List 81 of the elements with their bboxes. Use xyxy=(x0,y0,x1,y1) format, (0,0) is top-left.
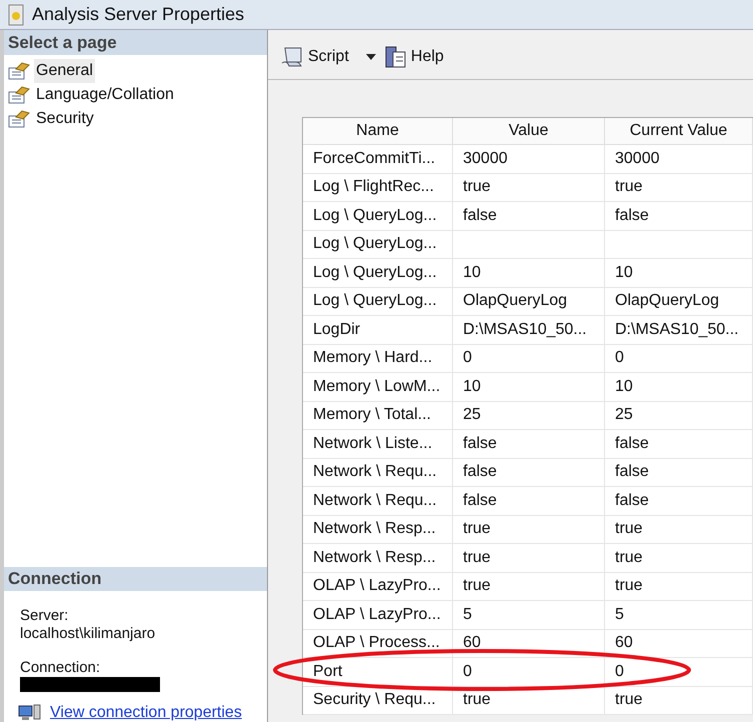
table-cell-text: Port xyxy=(313,662,342,682)
table-cell-text: 10 xyxy=(463,262,481,283)
table-cell-text: OlapQueryLog xyxy=(615,291,720,312)
table-cell-text: true xyxy=(615,519,643,540)
table-cell-text: 0 xyxy=(463,348,472,368)
script-button[interactable]: Script xyxy=(280,44,349,68)
page-item[interactable]: General xyxy=(34,59,95,83)
help-document-icon xyxy=(384,44,407,68)
column-header[interactable]: Name xyxy=(303,118,453,144)
table-cell-text: OLAP \ Process... xyxy=(313,633,440,654)
table-cell-text: 5 xyxy=(463,604,472,625)
table-cell-text: Log \ QueryLog... xyxy=(313,291,437,312)
table-cell-text: false xyxy=(463,462,497,482)
table-cell-text: false xyxy=(463,434,497,454)
table-cell-text: Security \ Requ... xyxy=(313,690,436,710)
table-cell-text: OlapQueryLog xyxy=(463,291,568,312)
table-cell-text: true xyxy=(463,519,491,540)
table-cell-text: Memory \ Total... xyxy=(313,405,431,426)
table-cell-text: Log \ QueryLog... xyxy=(313,206,437,226)
table-cell-text: Log \ QueryLog... xyxy=(313,262,437,283)
section-header: Connection xyxy=(4,567,267,591)
table-cell-text: Log \ FlightRec... xyxy=(313,177,434,198)
table-cell-text: 60 xyxy=(463,633,481,654)
section-header: Select a page xyxy=(4,30,267,55)
table-cell-text: true xyxy=(615,690,643,710)
table-cell-text: 0 xyxy=(615,662,624,682)
table-cell-text: false xyxy=(463,490,497,511)
table-cell-text: 10 xyxy=(615,262,633,283)
table-cell-text: 25 xyxy=(615,405,633,426)
table-cell-text: true xyxy=(463,548,491,568)
table-cell-text: Network \ Requ... xyxy=(313,490,437,511)
page-icon xyxy=(8,86,30,104)
table-cell-text: true xyxy=(615,548,643,568)
table-cell-text: OLAP \ LazyPro... xyxy=(313,604,441,625)
help-button[interactable]: Help xyxy=(384,44,444,68)
table-cell-text: Memory \ LowM... xyxy=(313,376,440,397)
table-cell-text: Network \ Resp... xyxy=(313,548,436,568)
table-cell-text: true xyxy=(463,576,491,596)
dropdown-caret-icon[interactable] xyxy=(364,52,377,60)
table-cell-text: 0 xyxy=(615,348,624,368)
column-header[interactable]: Current Value xyxy=(605,118,753,144)
page-icon xyxy=(8,110,30,128)
server-value: localhost\kilimanjaro xyxy=(20,625,156,643)
table-cell-text: D:\MSAS10_50... xyxy=(615,320,739,340)
table-cell-text: 25 xyxy=(463,405,481,426)
table-cell-text: 60 xyxy=(615,633,633,654)
table-cell-text: false xyxy=(615,462,649,482)
connection-label: Connection: xyxy=(20,659,100,677)
table-cell-text: 0 xyxy=(463,662,472,682)
table-cell-text: 30000 xyxy=(463,148,508,169)
app-icon xyxy=(8,4,24,26)
table-cell-text: D:\MSAS10_50... xyxy=(463,320,587,340)
table-cell-text: Network \ Requ... xyxy=(313,462,437,482)
table-cell-text: Network \ Resp... xyxy=(313,519,436,540)
table-cell-text: 10 xyxy=(463,376,481,397)
table-cell-text: Log \ QueryLog... xyxy=(313,234,437,254)
page-item[interactable]: Security xyxy=(34,107,96,131)
table-cell-text: true xyxy=(615,576,643,596)
table-cell-text: LogDir xyxy=(313,320,360,340)
table-cell-text: true xyxy=(463,177,491,198)
column-header[interactable]: Value xyxy=(453,118,605,144)
server-label: Server: xyxy=(20,607,68,625)
computer-icon xyxy=(18,704,42,722)
table-cell-text: 30000 xyxy=(615,148,660,169)
table-cell-text: false xyxy=(615,490,649,511)
table-cell-text: OLAP \ LazyPro... xyxy=(313,576,441,596)
view-connection-link[interactable]: View connection properties xyxy=(50,704,242,722)
table-cell-text: Memory \ Hard... xyxy=(313,348,432,368)
table-cell-text: false xyxy=(463,206,497,226)
table-cell-text: 5 xyxy=(615,604,624,625)
window-title: Analysis Server Properties xyxy=(32,3,244,26)
table-cell-text: true xyxy=(615,177,643,198)
table-cell-text: true xyxy=(463,690,491,710)
scroll-icon xyxy=(280,46,304,68)
table-cell-text: Network \ Liste... xyxy=(313,434,432,454)
table-cell-text: false xyxy=(615,434,649,454)
table-cell-text: false xyxy=(615,206,649,226)
page-icon xyxy=(8,62,30,80)
table-cell-text: ForceCommitTi... xyxy=(313,148,436,169)
table-cell-text: 10 xyxy=(615,376,633,397)
page-item[interactable]: Language/Collation xyxy=(34,83,176,107)
